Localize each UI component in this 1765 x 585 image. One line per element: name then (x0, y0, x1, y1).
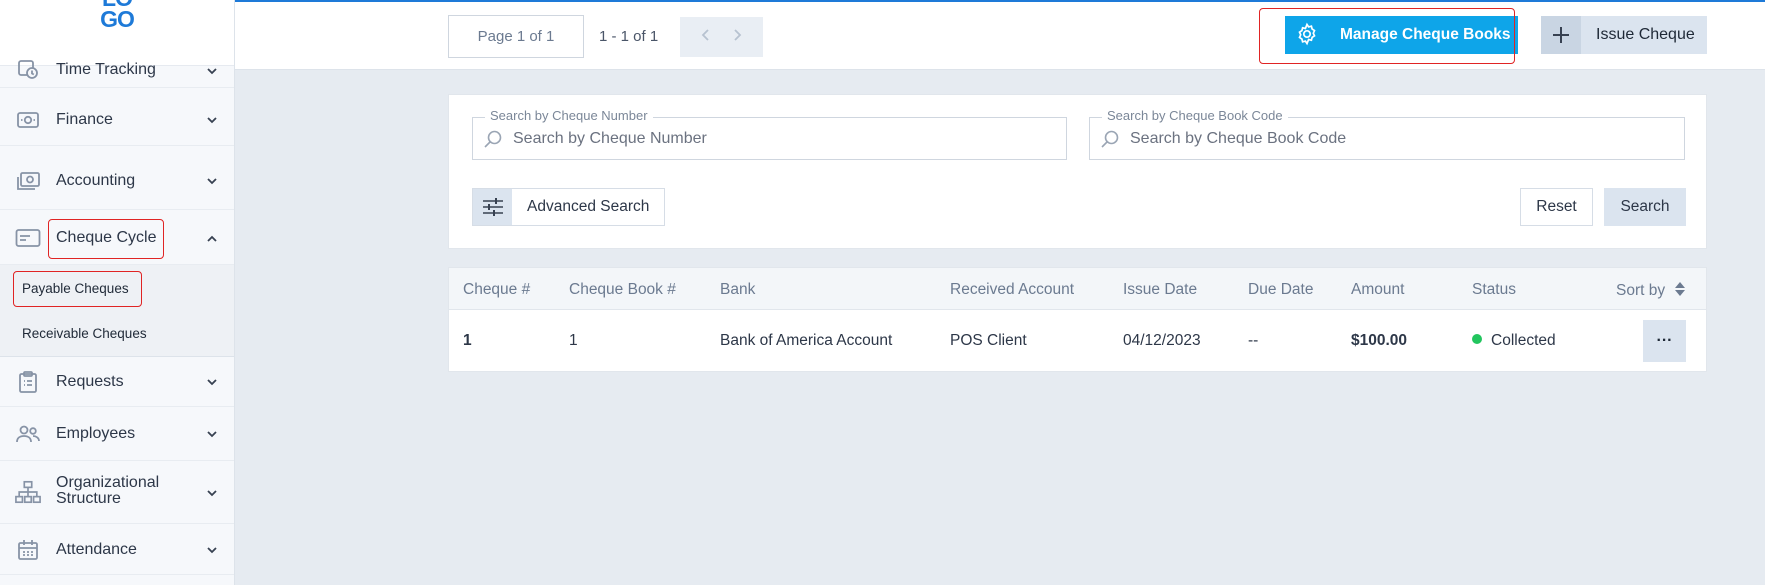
cell-bank: Bank of America Account (720, 332, 893, 349)
logo: LOGO (100, 0, 135, 32)
org-chart-icon (15, 479, 41, 505)
column-header-bank[interactable]: Bank (720, 281, 755, 299)
cheques-table: Cheque # Cheque Book # Bank Received Acc… (448, 267, 1707, 372)
table-header: Cheque # Cheque Book # Bank Received Acc… (449, 268, 1706, 310)
sidebar-item-time-tracking[interactable]: Time Tracking (0, 50, 234, 88)
cheque-book-code-field: Search by Cheque Book Code (1089, 108, 1685, 160)
sidebar-item-requests[interactable]: Requests (0, 357, 234, 407)
top-bar: Page 1 of 1 1 - 1 of 1 Manage Cheque Boo… (235, 0, 1765, 70)
sliders-icon (473, 189, 512, 225)
sidebar-item-label: Accounting (56, 172, 136, 189)
sidebar-item-accounting[interactable]: Accounting (0, 152, 234, 210)
column-header-cheque-book[interactable]: Cheque Book # (569, 281, 676, 299)
sidebar-item-label: Employees (56, 425, 136, 442)
sidebar-item-organizational-structure[interactable]: Organizational Structure (0, 462, 234, 524)
sidebar-item-label: Attendance (56, 541, 137, 558)
issue-cheque-button[interactable]: Issue Cheque (1541, 16, 1707, 54)
column-header-issue-date[interactable]: Issue Date (1123, 281, 1197, 299)
search-label: Search (1620, 198, 1670, 215)
sidebar-item-employees[interactable]: Employees (0, 408, 234, 461)
sidebar-item-label: Organizational Structure (56, 474, 160, 507)
column-header-received-account[interactable]: Received Account (950, 281, 1074, 299)
sidebar-item-attendance[interactable]: Attendance (0, 525, 234, 575)
sort-by-label: Sort by (1616, 282, 1666, 299)
reset-label: Reset (1536, 198, 1577, 215)
advanced-search-button[interactable]: Advanced Search (472, 188, 665, 226)
pager-nav (680, 17, 763, 57)
chevron-down-icon (207, 379, 217, 386)
finance-icon (15, 107, 41, 133)
range-label: 1 - 1 of 1 (599, 28, 659, 45)
column-header-amount[interactable]: Amount (1351, 281, 1404, 299)
column-header-cheque[interactable]: Cheque # (463, 281, 530, 299)
chevron-down-icon (207, 547, 217, 554)
money-icon (15, 168, 41, 194)
status-label: Collected (1491, 332, 1556, 349)
chevron-down-icon (207, 68, 217, 75)
cell-status: Collected (1472, 332, 1556, 350)
clock-icon (15, 56, 41, 82)
cell-received-account: POS Client (950, 332, 1027, 349)
plus-icon (1541, 16, 1581, 54)
cheque-book-code-input[interactable] (1130, 118, 1674, 159)
sidebar-item-finance[interactable]: Finance (0, 94, 234, 146)
column-header-status[interactable]: Status (1472, 281, 1516, 299)
cell-cheque-book: 1 (569, 332, 578, 349)
chevron-down-icon (207, 178, 217, 185)
search-icon (483, 129, 503, 149)
page-indicator[interactable]: Page 1 of 1 (448, 15, 584, 58)
chevron-right-icon (734, 28, 742, 41)
cheque-icon (15, 225, 41, 251)
search-panel: Search by Cheque Number Search by Cheque… (448, 94, 1707, 249)
chevron-down-icon (207, 490, 217, 497)
advanced-search-label: Advanced Search (527, 198, 650, 215)
sidebar-subitem-label: Receivable Cheques (22, 326, 147, 341)
search-icon (1100, 129, 1120, 149)
calendar-icon (15, 537, 41, 563)
next-page-button[interactable] (731, 28, 743, 47)
reset-button[interactable]: Reset (1520, 188, 1593, 226)
sidebar-item-label: Time Tracking (56, 61, 156, 78)
chevron-up-icon (207, 235, 217, 242)
issue-cheque-label: Issue Cheque (1596, 26, 1695, 43)
status-dot-icon (1472, 334, 1482, 344)
page-indicator-label: Page 1 of 1 (477, 28, 555, 45)
sidebar: LOGO Time Tracking Finance Accounting Ch… (0, 0, 235, 585)
more-icon: ··· (1656, 332, 1673, 349)
search-button[interactable]: Search (1604, 188, 1686, 226)
prev-page-button[interactable] (700, 28, 712, 47)
sort-by-control[interactable]: Sort by (1616, 281, 1686, 300)
cell-due-date: -- (1248, 332, 1259, 349)
chevron-down-icon (207, 117, 217, 124)
cell-issue-date: 04/12/2023 (1123, 332, 1201, 349)
chevron-left-icon (701, 28, 709, 41)
chevron-down-icon (207, 431, 217, 438)
highlight-box (48, 219, 164, 259)
sort-icon (1675, 282, 1686, 296)
people-icon (15, 421, 41, 447)
cell-amount: $100.00 (1351, 332, 1408, 349)
sidebar-subitem-receivable-cheques[interactable]: Receivable Cheques (0, 311, 234, 357)
cheque-number-field: Search by Cheque Number (472, 108, 1067, 160)
column-header-due-date[interactable]: Due Date (1248, 281, 1313, 299)
cell-cheque: 1 (463, 332, 472, 349)
highlight-box (1259, 8, 1515, 64)
table-row[interactable]: 1 1 Bank of America Account POS Client 0… (449, 310, 1706, 372)
cheque-number-input[interactable] (513, 118, 1056, 159)
sidebar-item-label: Finance (56, 111, 113, 128)
sidebar-item-label: Requests (56, 373, 124, 390)
clipboard-icon (15, 369, 41, 395)
highlight-box (13, 271, 142, 307)
row-actions-button[interactable]: ··· (1643, 320, 1686, 362)
